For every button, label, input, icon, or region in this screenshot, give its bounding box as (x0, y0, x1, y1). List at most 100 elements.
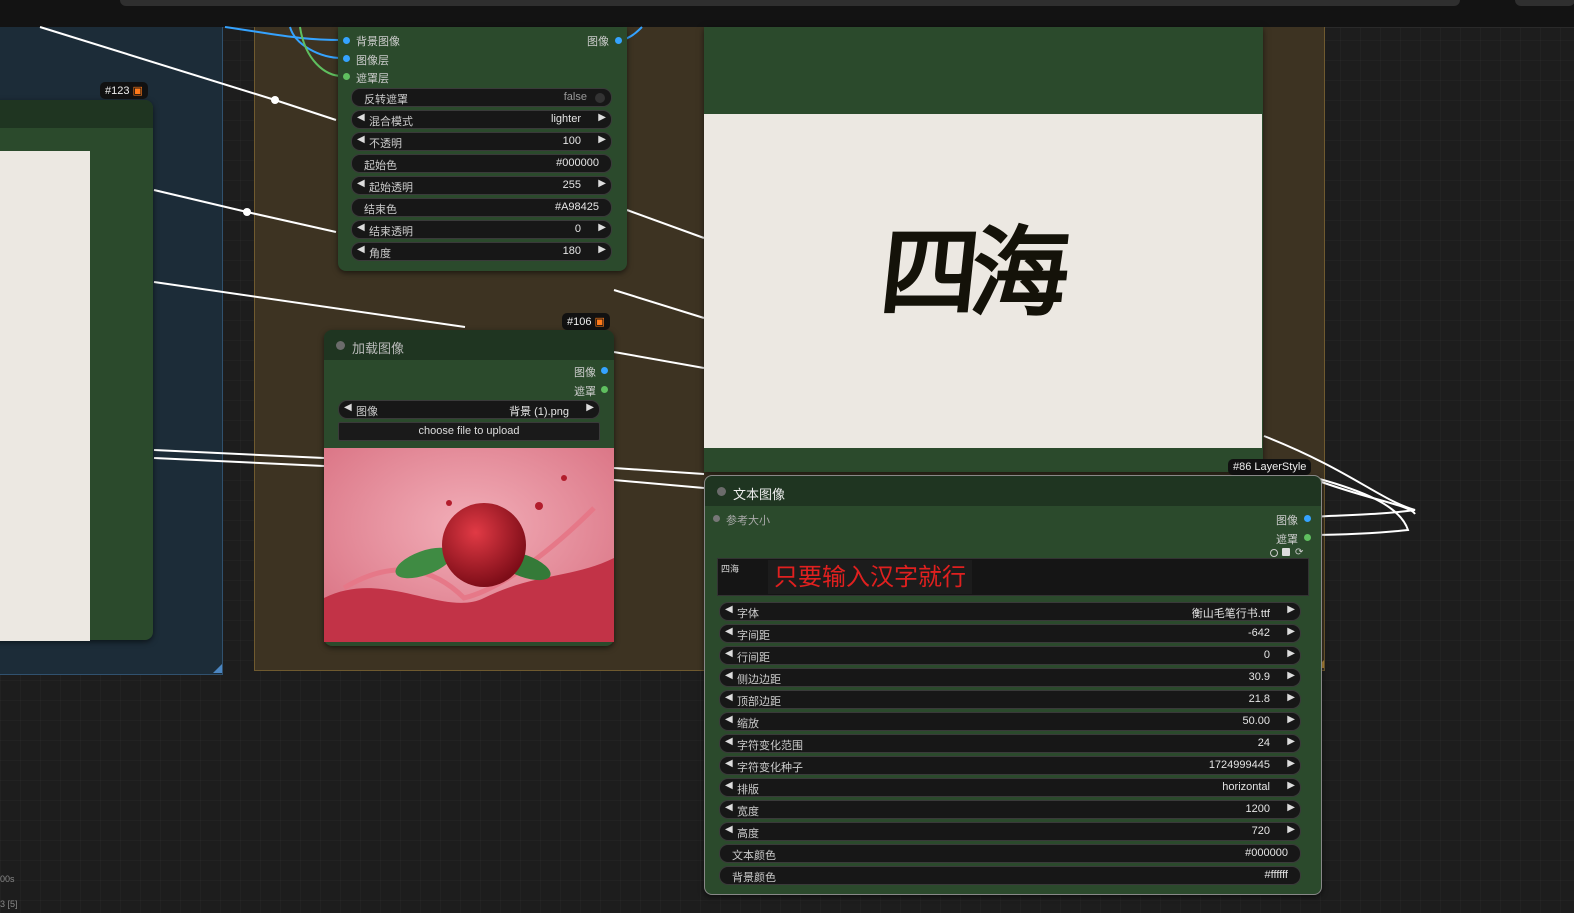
arrow-left-icon[interactable]: ◀ (725, 670, 733, 681)
node-id-badge: #106 ▣ (562, 313, 610, 330)
text-input-area[interactable]: 四海 只要输入汉字就行 (717, 558, 1309, 596)
font-combo[interactable]: ◀ 字体 衡山毛笔行书.ttf ▶ (719, 602, 1301, 621)
arrow-left-icon[interactable]: ◀ (725, 604, 733, 615)
preview-calligraphy: 四海 (875, 216, 1068, 331)
left-image-node[interactable] (0, 100, 153, 641)
arrow-left-icon[interactable]: ◀ (357, 112, 365, 123)
arrow-right-icon[interactable]: ▶ (598, 222, 606, 233)
annotation-label: 只要输入汉字就行 (768, 560, 972, 594)
layout-combo[interactable]: ◀ 排版 horizontal ▶ (719, 778, 1301, 797)
preview-node[interactable]: 四海 (704, 27, 1263, 472)
arrow-right-icon[interactable]: ▶ (1287, 758, 1295, 769)
arrow-right-icon[interactable]: ▶ (598, 178, 606, 189)
invert-mask-toggle[interactable]: 反转遮罩 false (351, 88, 612, 107)
blend-input-mask: 遮罩层 (356, 73, 389, 85)
arrow-left-icon[interactable]: ◀ (357, 134, 365, 145)
input-slot[interactable] (343, 37, 350, 44)
width-widget[interactable]: ◀ 宽度 1200 ▶ (719, 800, 1301, 819)
scale-widget[interactable]: ◀ 缩放 50.00 ▶ (719, 712, 1301, 731)
char-variation-seed-widget[interactable]: ◀ 字符变化种子 1724999445 ▶ (719, 756, 1301, 775)
output-image-label: 图像 (574, 367, 596, 379)
image-select-combo[interactable]: ◀ 图像 背景 (1).png ▶ (338, 400, 600, 419)
node-title: 加载图像 (352, 341, 405, 356)
opacity-widget[interactable]: ◀ 不透明 100 ▶ (351, 132, 612, 151)
arrow-right-icon[interactable]: ▶ (1287, 604, 1295, 615)
input-slot[interactable] (343, 55, 350, 62)
arrow-right-icon[interactable]: ▶ (1287, 692, 1295, 703)
output-slot[interactable] (615, 37, 622, 44)
arrow-right-icon[interactable]: ▶ (598, 244, 606, 255)
arrow-right-icon[interactable]: ▶ (1287, 648, 1295, 659)
text-image-node[interactable]: 文本图像 参考大小 图像 遮罩 ⟳ 四海 只要输入汉字就行 ◀ 字体 衡山毛笔行书.… (704, 475, 1322, 895)
output-slot[interactable] (1304, 515, 1311, 522)
end-alpha-widget[interactable]: ◀ 结束透明 0 ▶ (351, 220, 612, 239)
node-title: 文本图像 (733, 487, 786, 502)
arrow-left-icon[interactable]: ◀ (725, 648, 733, 659)
text-color-widget[interactable]: 文本颜色 #000000 (719, 844, 1301, 863)
side-margin-widget[interactable]: ◀ 侧边边距 30.9 ▶ (719, 668, 1301, 687)
output-slot[interactable] (1304, 534, 1311, 541)
node-id-badge: #123 ▣ (100, 82, 148, 99)
angle-widget[interactable]: ◀ 角度 180 ▶ (351, 242, 612, 261)
arrow-left-icon[interactable]: ◀ (725, 626, 733, 637)
start-color-widget[interactable]: 起始色 #000000 (351, 154, 612, 173)
blend-input-layer: 图像层 (356, 55, 389, 67)
arrow-right-icon[interactable]: ▶ (1287, 736, 1295, 747)
blend-input-bg: 背景图像 (356, 36, 400, 48)
start-alpha-widget[interactable]: ◀ 起始透明 255 ▶ (351, 176, 612, 195)
node-title-bar[interactable]: 加载图像 (324, 330, 614, 360)
arrow-right-icon[interactable]: ▶ (1287, 670, 1295, 681)
loaded-image-preview (324, 448, 614, 642)
arrow-right-icon[interactable]: ▶ (1287, 714, 1295, 725)
toggle-icon[interactable] (1270, 549, 1278, 557)
arrow-left-icon[interactable]: ◀ (725, 692, 733, 703)
blend-node[interactable]: 背景图像 图像层 遮罩层 图像 反转遮罩 false ◀ 混合模式 lighte… (338, 27, 627, 271)
refresh-icon[interactable]: ⟳ (1295, 547, 1303, 558)
arrow-left-icon[interactable]: ◀ (357, 222, 365, 233)
arrow-right-icon[interactable]: ▶ (1287, 626, 1295, 637)
upload-button[interactable]: choose file to upload (338, 422, 600, 441)
arrow-right-icon[interactable]: ▶ (598, 134, 606, 145)
output-slot[interactable] (601, 386, 608, 393)
arrow-right-icon[interactable]: ▶ (1287, 824, 1295, 835)
checkbox-icon[interactable] (1282, 548, 1290, 556)
output-image-label: 图像 (1276, 515, 1298, 527)
arrow-right-icon[interactable]: ▶ (1287, 780, 1295, 791)
left-node-preview (0, 151, 90, 641)
arrow-left-icon[interactable]: ◀ (357, 178, 365, 189)
arrow-left-icon[interactable]: ◀ (725, 714, 733, 725)
top-margin-widget[interactable]: ◀ 顶部边距 21.8 ▶ (719, 690, 1301, 709)
arrow-right-icon[interactable]: ▶ (1287, 802, 1295, 813)
arrow-left-icon[interactable]: ◀ (725, 824, 733, 835)
letter-spacing-widget[interactable]: ◀ 字间距 -642 ▶ (719, 624, 1301, 643)
input-reference-size: 参考大小 (726, 515, 770, 527)
fox-icon: ▣ (594, 316, 605, 328)
end-color-widget[interactable]: 结束色 #A98425 (351, 198, 612, 217)
collapse-dot[interactable] (336, 341, 345, 350)
char-variation-range-widget[interactable]: ◀ 字符变化范围 24 ▶ (719, 734, 1301, 753)
load-image-node[interactable]: 加载图像 图像 遮罩 ◀ 图像 背景 (1).png ▶ choose file… (324, 330, 614, 646)
blend-output-image: 图像 (587, 36, 609, 48)
node-title-bar[interactable]: 文本图像 (705, 476, 1321, 506)
output-mask-label: 遮罩 (574, 386, 596, 398)
toggle-icon (595, 93, 605, 103)
output-mask-label: 遮罩 (1276, 534, 1298, 546)
blend-mode-combo[interactable]: ◀ 混合模式 lighter ▶ (351, 110, 612, 129)
input-slot[interactable] (343, 73, 350, 80)
arrow-left-icon[interactable]: ◀ (725, 758, 733, 769)
arrow-right-icon[interactable]: ▶ (598, 112, 606, 123)
arrow-left-icon[interactable]: ◀ (725, 802, 733, 813)
arrow-right-icon[interactable]: ▶ (586, 402, 594, 413)
background-color-widget[interactable]: 背景颜色 #ffffff (719, 866, 1301, 885)
arrow-left-icon[interactable]: ◀ (344, 402, 352, 413)
output-slot[interactable] (601, 367, 608, 374)
status-time: 00s (0, 874, 15, 884)
arrow-left-icon[interactable]: ◀ (725, 736, 733, 747)
height-widget[interactable]: ◀ 高度 720 ▶ (719, 822, 1301, 841)
arrow-left-icon[interactable]: ◀ (357, 244, 365, 255)
fox-icon: ▣ (132, 85, 143, 97)
input-slot[interactable] (713, 515, 720, 522)
arrow-left-icon[interactable]: ◀ (725, 780, 733, 791)
collapse-dot[interactable] (717, 487, 726, 496)
line-spacing-widget[interactable]: ◀ 行间距 0 ▶ (719, 646, 1301, 665)
